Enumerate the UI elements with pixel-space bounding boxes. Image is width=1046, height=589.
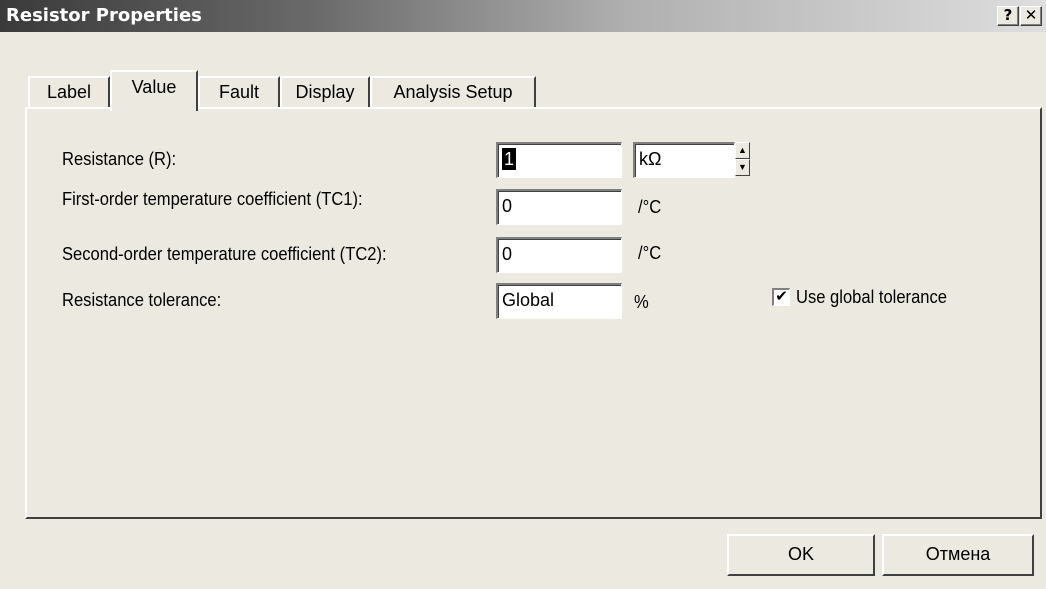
- cancel-button[interactable]: Отмена: [882, 534, 1034, 576]
- resistor-properties-dialog: Resistor Properties ? ✕ Label Value Faul…: [0, 0, 1046, 589]
- tab-analysis-setup[interactable]: Analysis Setup: [370, 76, 536, 108]
- ok-button[interactable]: OK: [727, 534, 875, 576]
- spin-down-icon[interactable]: ▼: [735, 159, 750, 176]
- help-button[interactable]: ?: [997, 6, 1019, 26]
- spin-up-icon[interactable]: ▲: [735, 142, 750, 159]
- tab-label[interactable]: Label: [28, 76, 110, 108]
- window-title: Resistor Properties: [6, 5, 202, 26]
- value-tab-panel: [25, 107, 1042, 519]
- tab-value[interactable]: Value: [110, 70, 198, 111]
- resistance-unit-spinner[interactable]: ▲ ▼: [735, 142, 750, 176]
- close-button[interactable]: ✕: [1020, 6, 1042, 26]
- tab-display[interactable]: Display: [280, 76, 370, 108]
- title-bar[interactable]: Resistor Properties ? ✕: [0, 0, 1046, 32]
- tab-fault[interactable]: Fault: [198, 76, 280, 108]
